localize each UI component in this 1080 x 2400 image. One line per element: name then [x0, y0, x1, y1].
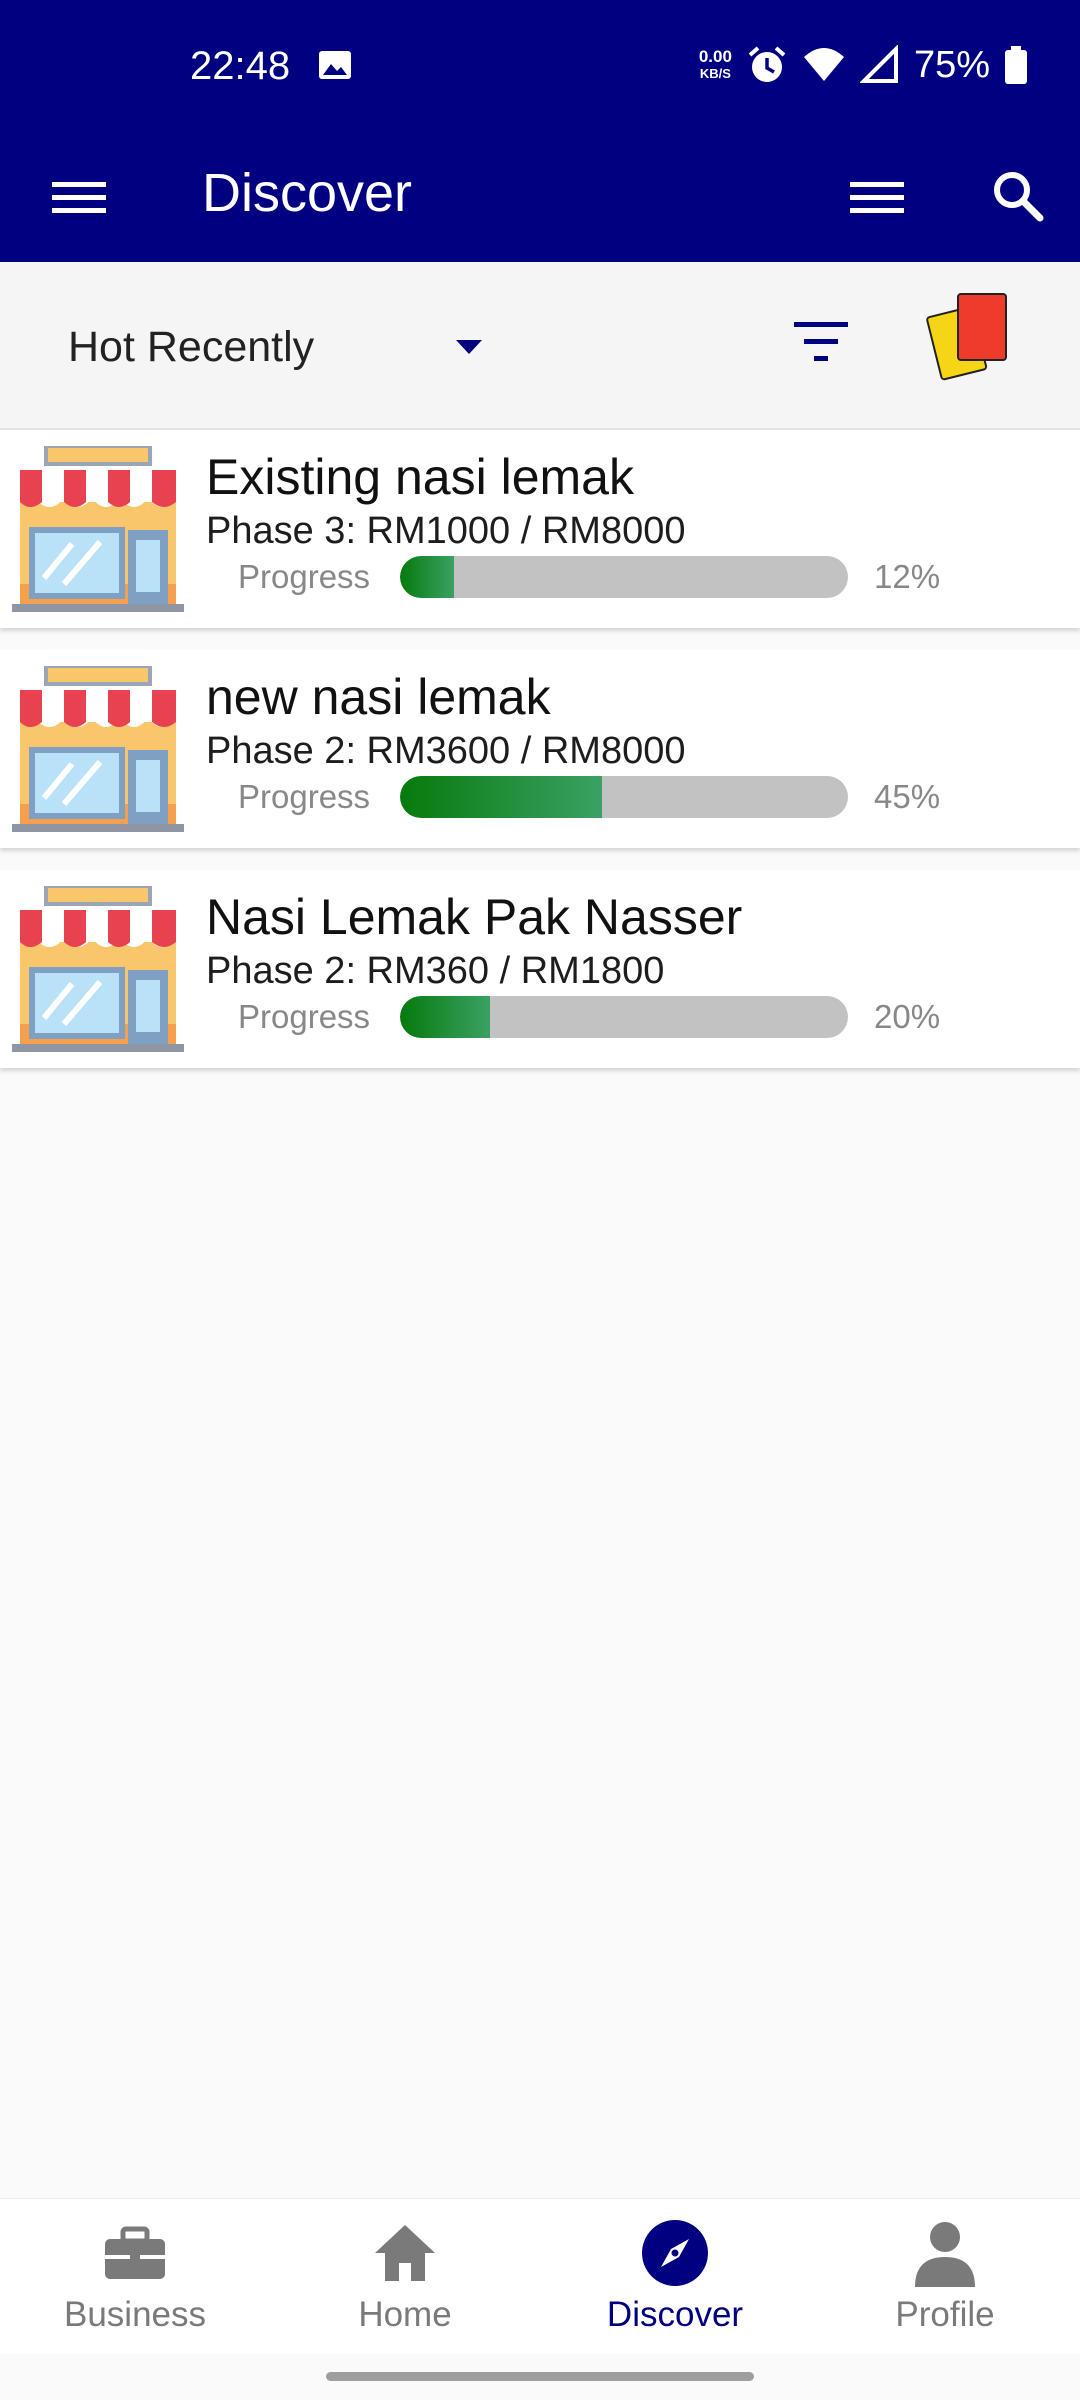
- project-title: new nasi lemak: [206, 669, 551, 725]
- image-icon: [319, 51, 351, 79]
- progress-label: Progress: [238, 778, 371, 815]
- nav-label: Discover: [606, 2295, 744, 2334]
- page-title: Discover: [202, 163, 413, 223]
- progress-percent: 20%: [874, 998, 941, 1035]
- net-speed: 0.00 KB/S: [698, 47, 732, 81]
- progress-fill: [400, 556, 454, 598]
- progress-fill: [400, 776, 602, 818]
- progress-percent: 45%: [874, 778, 941, 815]
- nav-business[interactable]: Business: [0, 2199, 270, 2355]
- project-phase: Phase 2: RM3600 / RM8000: [206, 730, 686, 772]
- project-title: Existing nasi lemak: [206, 449, 634, 505]
- menu-icon[interactable]: [52, 166, 106, 228]
- battery-percent: 75%: [913, 43, 990, 86]
- nav-discover[interactable]: Discover: [540, 2199, 810, 2355]
- nav-label: Profile: [895, 2295, 995, 2334]
- battery-icon: [1005, 46, 1027, 84]
- nav-profile[interactable]: Profile: [810, 2199, 1080, 2355]
- status-time: 22:48: [190, 44, 291, 88]
- progress-bar: [400, 556, 848, 598]
- shop-icon: [12, 666, 184, 832]
- list-item[interactable]: Nasi Lemak Pak Nasser Phase 2: RM360 / R…: [0, 870, 1080, 1068]
- list-menu-icon[interactable]: [850, 166, 904, 228]
- signal-icon: [859, 45, 898, 83]
- progress-bar: [400, 776, 848, 818]
- filter-icon[interactable]: [790, 312, 852, 372]
- progress-label: Progress: [238, 558, 371, 595]
- shop-icon: [12, 446, 184, 612]
- status-icons: 0.00 KB/S 75%: [699, 40, 1028, 90]
- progress-label: Progress: [238, 998, 371, 1035]
- project-title: Nasi Lemak Pak Nasser: [206, 889, 743, 945]
- list-item[interactable]: Existing nasi lemak Phase 3: RM1000 / RM…: [0, 430, 1080, 628]
- home-indicator[interactable]: [326, 2372, 754, 2381]
- briefcase-icon: [105, 2226, 165, 2279]
- home-icon: [375, 2225, 435, 2281]
- project-phase: Phase 3: RM1000 / RM8000: [206, 510, 686, 552]
- progress-percent: 12%: [874, 558, 941, 595]
- cards-icon[interactable]: [922, 290, 1014, 386]
- list-item[interactable]: new nasi lemak Phase 2: RM3600 / RM8000 …: [0, 650, 1080, 848]
- filter-bar: Hot Recently: [0, 262, 1080, 430]
- sort-value: Hot Recently: [68, 322, 315, 371]
- bottom-nav: Business Home Discover Profile: [0, 2198, 1080, 2354]
- alarm-icon: [748, 46, 786, 82]
- search-icon[interactable]: [982, 154, 1054, 238]
- wifi-icon: [803, 48, 844, 81]
- person-icon: [915, 2222, 975, 2287]
- progress-bar: [400, 996, 848, 1038]
- shop-icon: [12, 886, 184, 1052]
- screen: 22:48 0.00 KB/S 75% Discover Hot Recentl…: [0, 0, 1080, 2400]
- status-bar: 22:48 0.00 KB/S 75%: [0, 0, 1080, 132]
- sort-dropdown[interactable]: Hot Recently: [68, 312, 488, 382]
- chevron-down-icon: [456, 340, 482, 354]
- nav-label: Home: [358, 2295, 452, 2334]
- app-bar: Discover: [0, 132, 1080, 262]
- nav-home[interactable]: Home: [270, 2199, 540, 2355]
- project-phase: Phase 2: RM360 / RM1800: [206, 950, 665, 992]
- compass-icon: [642, 2220, 708, 2286]
- nav-label: Business: [63, 2295, 207, 2334]
- progress-fill: [400, 996, 490, 1038]
